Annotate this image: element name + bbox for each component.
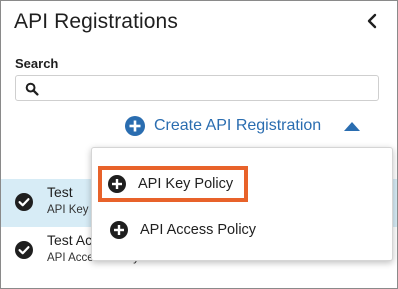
create-api-registration-button[interactable]: Create API Registration [125, 116, 321, 136]
create-api-registration-label: Create API Registration [154, 117, 322, 134]
check-circle-icon [15, 241, 33, 259]
search-label: Search [15, 56, 59, 71]
list-item-title: Test [47, 184, 73, 200]
search-icon [25, 82, 39, 96]
plus-circle-icon [110, 221, 128, 239]
menu-item-api-key-policy[interactable]: API Key Policy [98, 166, 248, 202]
page-title: API Registrations [14, 10, 178, 33]
menu-item-api-access-policy[interactable]: API Access Policy [102, 210, 382, 250]
menu-item-label: API Access Policy [140, 222, 257, 238]
api-registrations-panel: API Registrations Search Create API Regi… [0, 0, 398, 289]
plus-circle-icon [108, 175, 126, 193]
menu-item-label: API Key Policy [138, 176, 234, 192]
create-registration-dropdown: API Key Policy API Access Policy [91, 147, 393, 261]
search-input[interactable] [46, 78, 370, 100]
check-circle-icon [15, 193, 33, 211]
caret-up-icon[interactable] [342, 120, 362, 132]
plus-circle-icon [125, 116, 145, 136]
search-field[interactable] [15, 75, 379, 101]
collapse-panel-button[interactable] [361, 9, 383, 33]
chevron-left-icon [367, 13, 377, 29]
